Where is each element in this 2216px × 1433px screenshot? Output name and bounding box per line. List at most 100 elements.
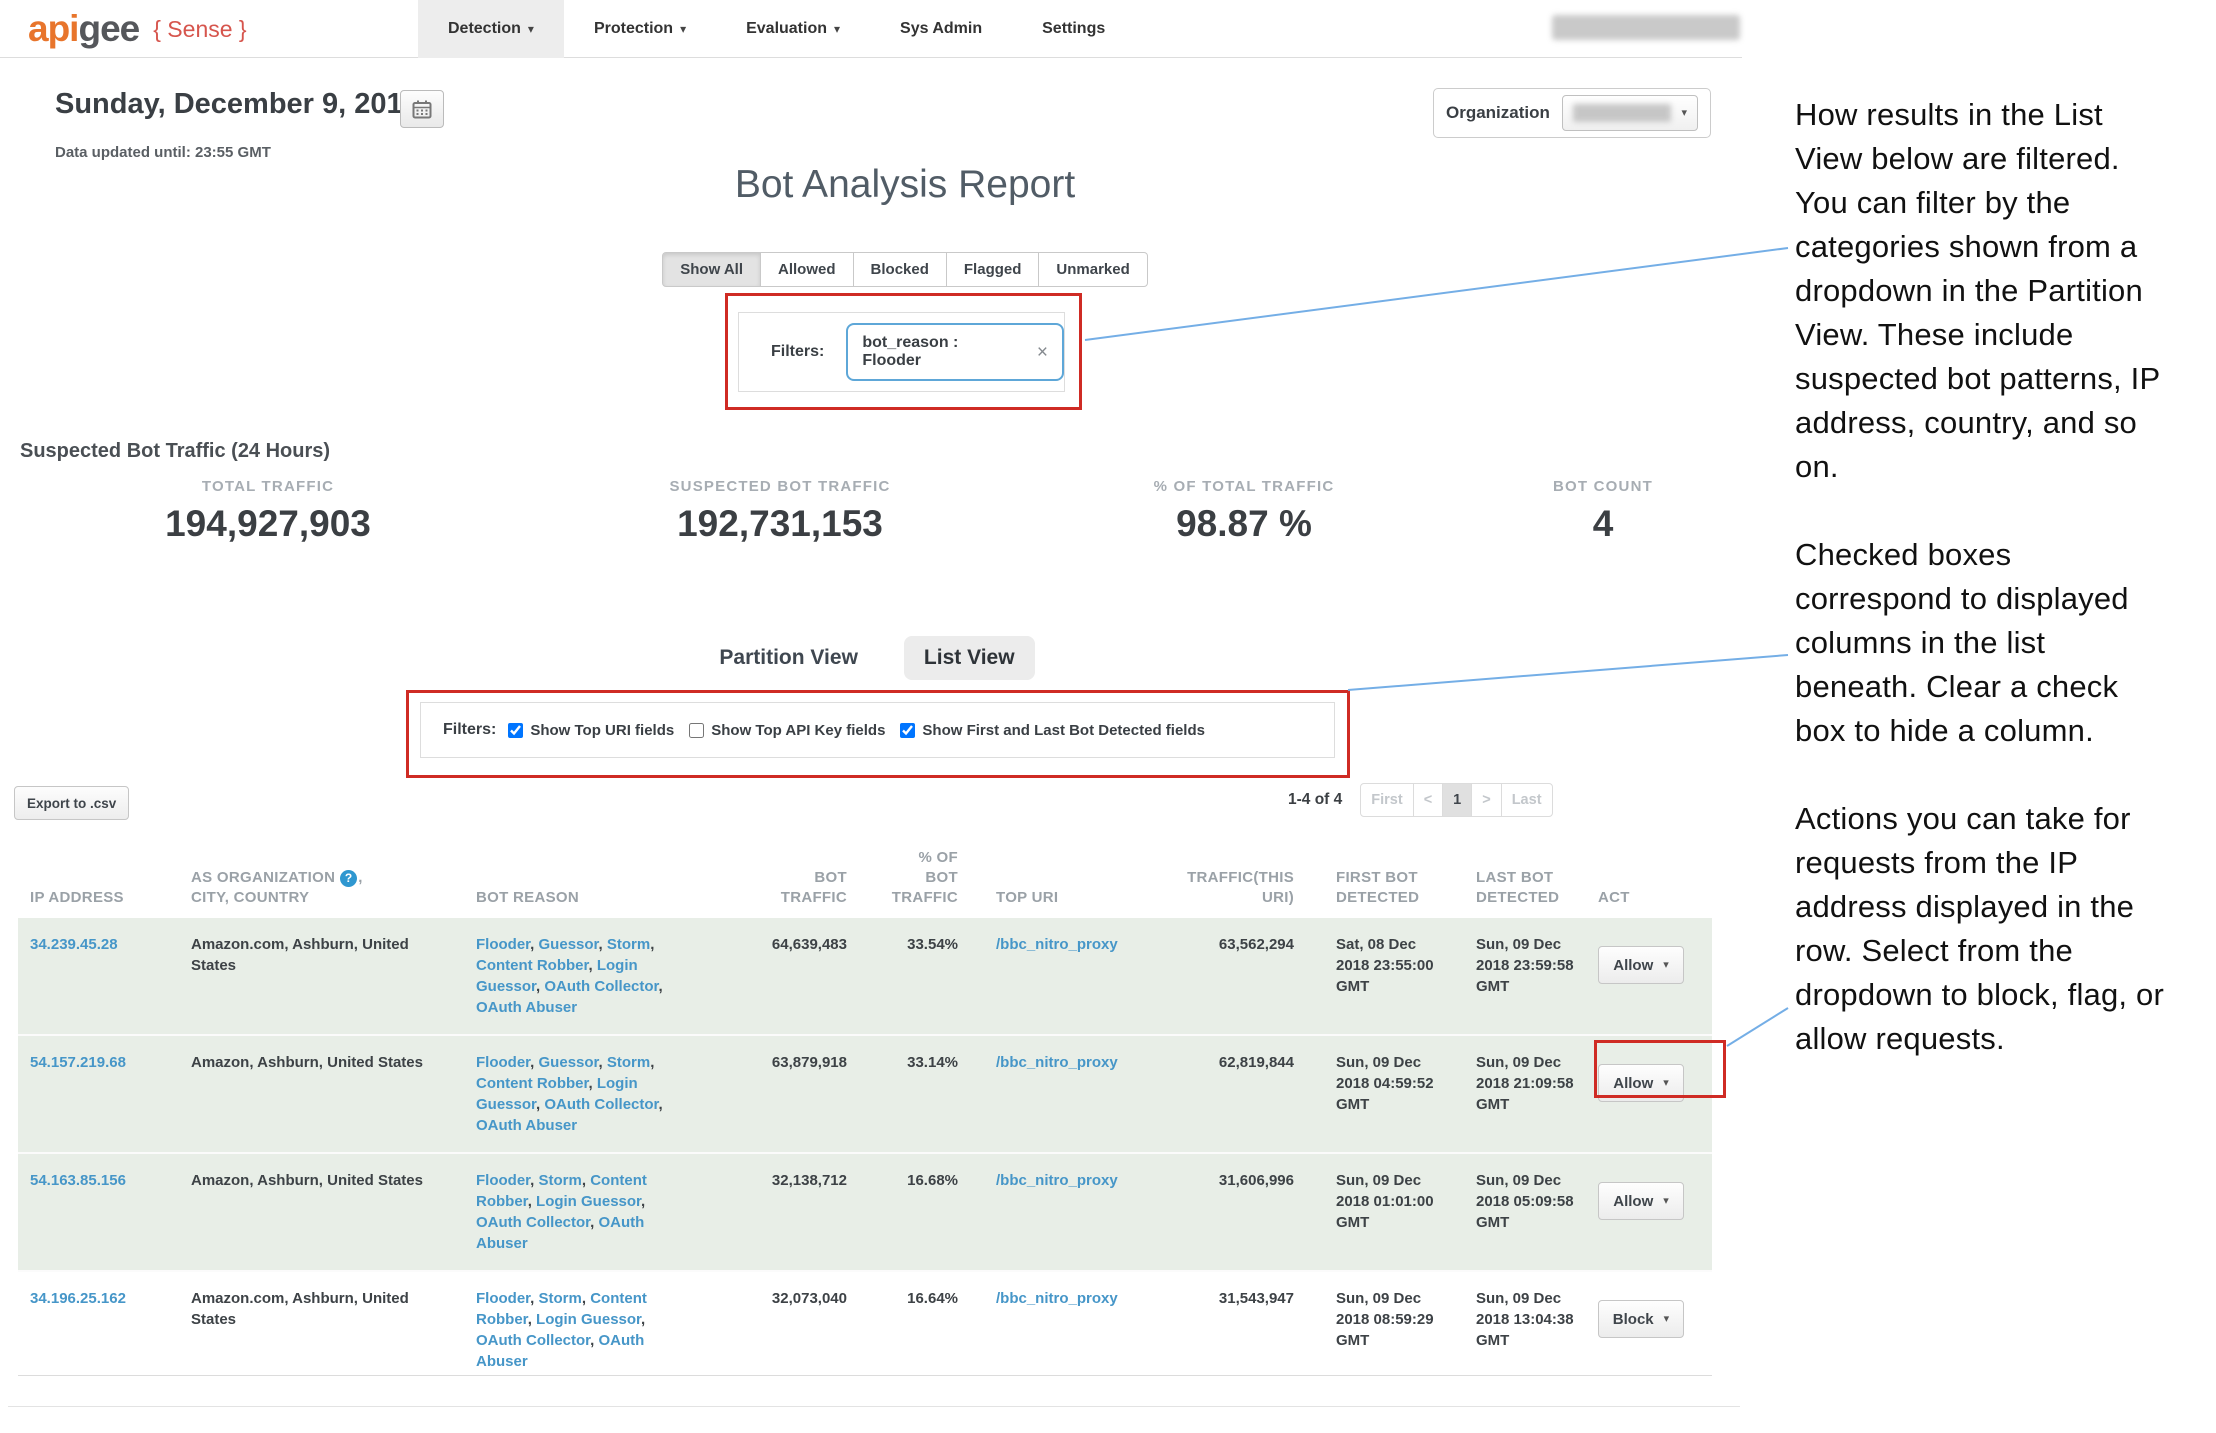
tab-blocked[interactable]: Blocked [853, 252, 947, 287]
tab-show-all[interactable]: Show All [662, 252, 761, 287]
top-uri-link[interactable]: /bbc_nitro_proxy [996, 1290, 1118, 1307]
ip-link[interactable]: 34.196.25.162 [30, 1290, 126, 1307]
column-filter-item[interactable]: Show Top URI fields [508, 722, 674, 739]
page-button-last[interactable]: Last [1501, 783, 1553, 817]
bot-reason-link[interactable]: Storm [607, 936, 650, 953]
nav-item-sys-admin[interactable]: Sys Admin [870, 0, 1012, 58]
tab-allowed[interactable]: Allowed [760, 252, 854, 287]
page-title: Bot Analysis Report [500, 163, 1310, 207]
apigee-sense-logo: apigee { Sense } [28, 0, 247, 58]
filters-label: Filters: [771, 343, 824, 361]
action-dropdown[interactable]: Block ▾ [1598, 1300, 1684, 1338]
bot-reason-link[interactable]: OAuth Collector [544, 1096, 658, 1113]
bot-reason-link[interactable]: Storm [539, 1290, 582, 1307]
org-cell: Amazon, Ashburn, United States [168, 1036, 463, 1152]
bot-list-table: IP ADDRESS AS ORGANIZATION?,CITY, COUNTR… [18, 840, 1712, 1376]
column-filter-label: Show Top API Key fields [711, 722, 885, 739]
page-button-first[interactable]: First [1360, 783, 1413, 817]
bot-reason-link[interactable]: OAuth Abuser [476, 1117, 577, 1134]
top-uri-link[interactable]: /bbc_nitro_proxy [996, 1172, 1118, 1189]
ip-cell: 34.239.45.28 [18, 918, 168, 1034]
help-icon[interactable]: ? [340, 870, 357, 887]
calendar-icon [412, 100, 432, 119]
action-dropdown[interactable]: Allow ▾ [1598, 946, 1684, 984]
bot-reason-link[interactable]: Guessor [539, 936, 599, 953]
org-cell: Amazon.com, Ashburn, United States [168, 918, 463, 1034]
bot-reason-link[interactable]: OAuth Collector [476, 1214, 590, 1231]
bot-reason-link[interactable]: Storm [539, 1172, 582, 1189]
top-uri-cell: /bbc_nitro_proxy [968, 1036, 1148, 1152]
bot-reason-link[interactable]: Guessor [539, 1054, 599, 1071]
action-cell: Allow ▾ [1578, 1036, 1708, 1152]
bot-reason-link[interactable]: OAuth Collector [544, 978, 658, 995]
bot-reason-link[interactable]: Flooder [476, 1290, 530, 1307]
nav-item-detection[interactable]: Detection ▾ [418, 0, 564, 58]
bot-reason-link[interactable]: Flooder [476, 936, 530, 953]
tab-partition-view[interactable]: Partition View [715, 636, 861, 680]
bot-reason-link[interactable]: OAuth Collector [476, 1332, 590, 1349]
action-cell: Block ▾ [1578, 1272, 1708, 1375]
last-header-text: LAST BOT DETECTED [1476, 868, 1571, 908]
bot-reason-link[interactable]: Flooder [476, 1172, 530, 1189]
uri-traffic-cell: 31,606,996 [1148, 1154, 1298, 1270]
col-header-last-bot-detected: LAST BOT DETECTED [1438, 868, 1578, 908]
column-filter-item[interactable]: Show First and Last Bot Detected fields [900, 722, 1205, 739]
ip-cell: 54.163.85.156 [18, 1154, 168, 1270]
page-button-1[interactable]: 1 [1442, 783, 1472, 817]
top-uri-cell: /bbc_nitro_proxy [968, 1154, 1148, 1270]
ip-cell: 54.157.219.68 [18, 1036, 168, 1152]
bot-reason-link[interactable]: Flooder [476, 1054, 530, 1071]
column-filter-checkbox[interactable] [900, 723, 915, 738]
page-button-prev[interactable]: < [1413, 783, 1443, 817]
nav-item-evaluation[interactable]: Evaluation ▾ [716, 0, 870, 58]
nav-item-settings[interactable]: Settings [1012, 0, 1135, 58]
bot-reason-link[interactable]: Login Guessor [536, 1311, 641, 1328]
col-header-first-bot-detected: FIRST BOT DETECTED [1298, 868, 1438, 908]
user-account-redacted[interactable] [1552, 15, 1740, 40]
action-dropdown[interactable]: Allow ▾ [1598, 1064, 1684, 1102]
stat-value: 194,927,903 [0, 503, 536, 545]
status-tab-label: Blocked [871, 261, 929, 278]
annotation-column: How results in the List View below are f… [1795, 93, 2170, 1105]
bot-reason-link[interactable]: Content Robber [476, 957, 589, 974]
export-csv-button[interactable]: Export to .csv [14, 786, 129, 820]
organization-dropdown[interactable]: ▾ [1562, 95, 1698, 131]
top-uri-link[interactable]: /bbc_nitro_proxy [996, 936, 1118, 953]
page-button-next[interactable]: > [1471, 783, 1501, 817]
annotation-paragraph: How results in the List View below are f… [1795, 93, 2170, 489]
remove-filter-icon[interactable]: × [1037, 343, 1048, 362]
column-filter-group: Show Top URI fields Show Top API Key fie… [508, 722, 1205, 739]
active-filter-pill[interactable]: bot_reason : Flooder × [846, 323, 1064, 381]
stat-label: % OF TOTAL TRAFFIC [1024, 478, 1464, 495]
organization-label: Organization [1446, 103, 1550, 123]
stat-value: 192,731,153 [536, 503, 1024, 545]
organization-value-redacted [1573, 104, 1671, 122]
ip-link[interactable]: 54.157.219.68 [30, 1054, 126, 1071]
stats-heading: Suspected Bot Traffic (24 Hours) [20, 440, 330, 463]
pct-header-text: % OF BOT TRAFFIC [886, 848, 958, 908]
action-label: Block [1613, 1311, 1654, 1328]
column-filter-item[interactable]: Show Top API Key fields [689, 722, 885, 739]
stat-label: TOTAL TRAFFIC [0, 478, 536, 495]
bot-reason-link[interactable]: Storm [607, 1054, 650, 1071]
bot-reason-link[interactable]: Content Robber [476, 1075, 589, 1092]
column-filter-checkbox[interactable] [689, 723, 704, 738]
ip-link[interactable]: 34.239.45.28 [30, 936, 118, 953]
nav-item-protection[interactable]: Protection ▾ [564, 0, 716, 58]
reason-cell: Flooder, Guessor, Storm, Content Robber,… [463, 918, 693, 1034]
col-header-as-organization: AS ORGANIZATION?,CITY, COUNTRY [168, 868, 463, 908]
logo-gee-text: gee [78, 8, 139, 50]
action-dropdown[interactable]: Allow ▾ [1598, 1182, 1684, 1220]
bot-reason-link[interactable]: OAuth Abuser [476, 999, 577, 1016]
tab-flagged[interactable]: Flagged [946, 252, 1040, 287]
tab-unmarked[interactable]: Unmarked [1038, 252, 1147, 287]
tab-list-view[interactable]: List View [904, 636, 1035, 680]
column-filter-checkbox[interactable] [508, 723, 523, 738]
top-uri-link[interactable]: /bbc_nitro_proxy [996, 1054, 1118, 1071]
nav-item-label: Detection [448, 20, 521, 38]
column-filter-label: Show Top URI fields [530, 722, 674, 739]
bot-reason-link[interactable]: Login Guessor [536, 1193, 641, 1210]
ip-link[interactable]: 54.163.85.156 [30, 1172, 126, 1189]
calendar-button[interactable] [400, 90, 444, 128]
uri-traffic-cell: 63,562,294 [1148, 918, 1298, 1034]
